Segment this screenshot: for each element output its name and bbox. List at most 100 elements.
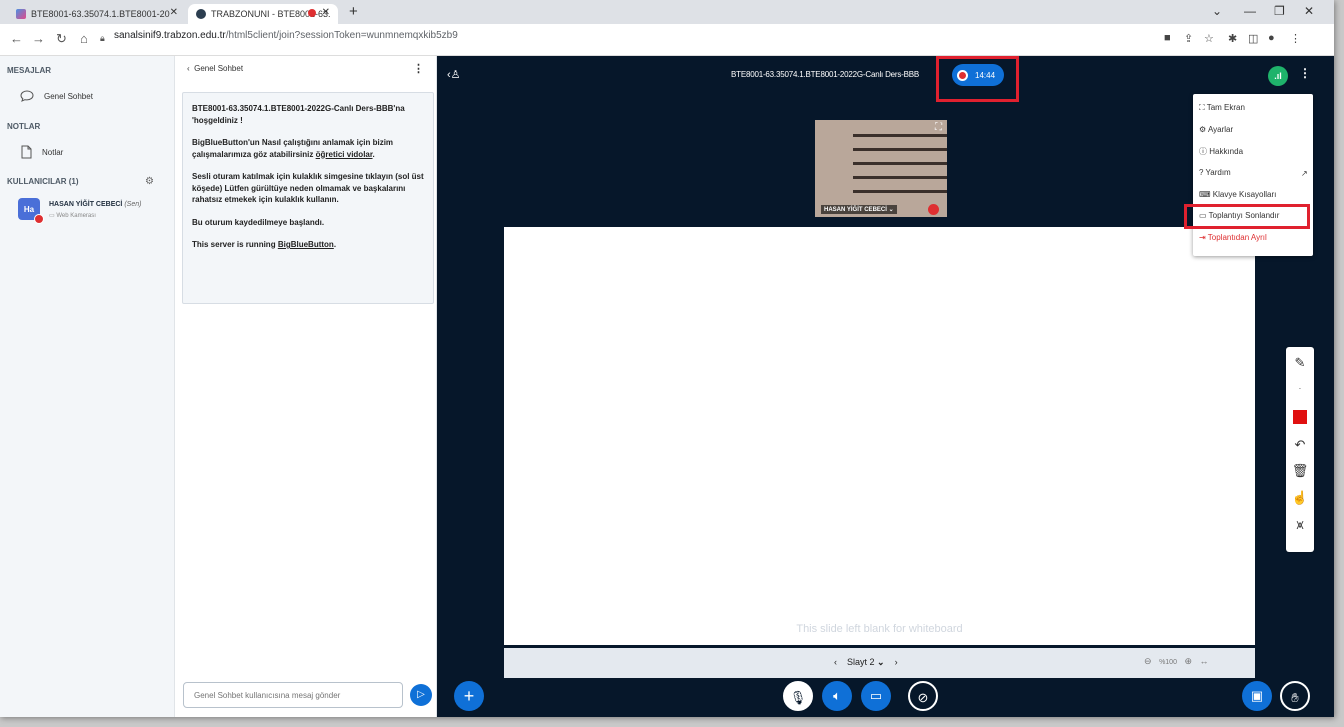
thickness-tool-icon[interactable]: · (1286, 377, 1314, 401)
tab-search-icon[interactable]: ⌄ (1212, 4, 1222, 18)
sidepanel-icon[interactable]: ◫ (1248, 32, 1258, 45)
menu-fullscreen-label: Tam Ekran (1206, 103, 1245, 112)
reload-icon[interactable]: ↻ (56, 31, 67, 47)
blank-slide-text: This slide left blank for whiteboard (796, 623, 963, 635)
server-text-body: This server is running (192, 240, 276, 249)
home-icon[interactable]: ⌂ (80, 31, 88, 46)
fit-width-icon[interactable]: ↔ (1200, 656, 1209, 666)
leave-audio-button[interactable]: 🔈︎ (822, 681, 852, 711)
tab-course[interactable]: BTE8001-63.35074.1.BTE8001-20 ✕ (8, 4, 186, 24)
pencil-tool-icon[interactable]: ✎ (1286, 351, 1314, 375)
raise-hand-button[interactable]: ✋︎ (1280, 681, 1310, 711)
user-name-text: HASAN YİĞİT CEBECİ (49, 201, 123, 208)
presentation-button[interactable]: ▣ (1242, 681, 1272, 711)
url-path: /html5client/join?sessionToken=wunmnemqx… (225, 30, 458, 41)
zoom-in-icon[interactable]: ⊕ (1184, 656, 1192, 666)
user-name[interactable]: HASAN YİĞİT CEBECİ (Sen) (49, 201, 141, 208)
next-slide-icon[interactable]: › (895, 657, 898, 667)
settings-icon: ⚙ (1199, 125, 1207, 134)
course-favicon-icon (16, 9, 26, 19)
actions-plus-button[interactable]: + (454, 681, 484, 711)
menu-leave-meeting[interactable]: ⇥ Toplantıdan Ayrıl (1199, 233, 1267, 242)
color-tool[interactable] (1286, 405, 1314, 429)
end-meeting-highlight-box (1184, 204, 1310, 229)
video-blind (853, 134, 947, 137)
recording-tab-icon (308, 9, 316, 17)
notes-icon (21, 145, 32, 159)
profile-icon[interactable]: ● (1268, 32, 1275, 44)
send-icon: ▷ (417, 689, 425, 700)
logout-icon: ⇥ (1199, 233, 1206, 242)
forward-icon[interactable]: → (32, 31, 45, 46)
new-tab-icon[interactable]: + (349, 3, 358, 20)
browser-window: BTE8001-63.35074.1.BTE8001-20 ✕ TRABZONU… (0, 0, 1334, 717)
external-link-icon: ↗ (1301, 169, 1308, 178)
bbb-favicon-icon (196, 9, 206, 19)
fullscreen-video-icon[interactable]: ⛶ (935, 122, 942, 133)
menu-shortcuts[interactable]: ⌨ Klavye Kısayolları (1199, 190, 1276, 199)
multi-user-icon[interactable]: ☝ (1286, 486, 1314, 510)
avatar-initials: Ha (23, 205, 35, 214)
extensions-icon[interactable]: ✱ (1228, 32, 1237, 45)
user-webcam-status: ▭ Web Kamerası (49, 212, 96, 219)
connection-status-icon[interactable]: .ıl (1268, 66, 1288, 86)
chat-back-button[interactable]: ‹ Genel Sohbet (187, 64, 243, 73)
webcam-button[interactable]: ▭ (861, 681, 891, 711)
notes-item[interactable]: Notlar (20, 145, 63, 159)
menu-settings[interactable]: ⚙ Ayarlar (1199, 125, 1233, 134)
maximize-icon[interactable]: ❐ (1274, 4, 1285, 18)
fit-chart-icon[interactable]: ⩙ (1286, 513, 1314, 537)
welcome-text: BTE8001-63.35074.1.BTE8001-2022G-Canlı D… (192, 103, 424, 126)
user-settings-gear-icon[interactable]: ⚙ (145, 176, 154, 187)
slide-navigation: ‹ Slayt 2 ⌄ › (834, 657, 898, 668)
zoom-controls: ⊖ %100 ⊕ ↔ (1144, 656, 1209, 667)
bookmark-star-icon[interactable]: ☆ (1204, 32, 1214, 45)
zoom-level[interactable]: %100 (1159, 659, 1177, 666)
tutorial-link[interactable]: öğretici vidolar (316, 150, 373, 159)
main-stage: ‹♙ BTE8001-63.35074.1.BTE8001-2022G-Canl… (437, 56, 1334, 717)
chat-options-icon[interactable]: ⋮ (413, 62, 424, 75)
tab-title: BTE8001-63.35074.1.BTE8001-20 (31, 9, 170, 19)
send-message-button[interactable]: ▷ (410, 684, 432, 706)
clear-all-icon[interactable]: 🗑︎ (1286, 459, 1314, 483)
browser-menu-icon[interactable]: ⋮ (1290, 32, 1301, 45)
video-blind (853, 162, 947, 165)
menu-fullscreen[interactable]: ⛶ Tam Ekran (1199, 103, 1245, 113)
close-tab-icon[interactable]: ✕ (170, 7, 178, 18)
close-window-icon[interactable]: ✕ (1304, 4, 1314, 18)
tab-meeting[interactable]: TRABZONUNI - BTE8001-63. ✕ (188, 4, 338, 24)
options-dropdown: ⛶ Tam Ekran ⚙ Ayarlar ⓘ Hakkında ? Yardı… (1193, 94, 1313, 256)
chat-message-input[interactable] (183, 682, 403, 708)
close-tab-icon[interactable]: ✕ (322, 7, 330, 18)
lock-icon[interactable]: 🔒︎ (100, 33, 105, 44)
slide-controls: ‹ Slayt 2 ⌄ › ⊖ %100 ⊕ ↔ (504, 648, 1255, 678)
menu-help[interactable]: ? Yardım (1199, 168, 1231, 177)
back-icon[interactable]: ← (10, 31, 23, 46)
camera-indicator-icon[interactable]: ■ (1164, 32, 1171, 44)
bigbluebutton-link[interactable]: BigBlueButton (278, 240, 334, 249)
users-header: KULLANICILAR (1) (7, 177, 79, 186)
zoom-out-icon[interactable]: ⊖ (1144, 656, 1152, 666)
welcome-line2: 'hoşgeldiniz ! (192, 115, 243, 125)
undo-icon[interactable]: ↶ (1286, 433, 1314, 457)
video-user-name[interactable]: HASAN YİĞİT CEBECİ ⌄ (821, 205, 897, 214)
menu-help-label: Yardım (1205, 168, 1231, 177)
public-chat-item[interactable]: Genel Sohbet (20, 90, 93, 102)
prev-slide-icon[interactable]: ‹ (834, 657, 837, 667)
avatar[interactable]: Ha (18, 198, 44, 224)
options-menu-icon[interactable]: ⋮ (1299, 66, 1311, 80)
minimize-icon[interactable]: — (1244, 4, 1256, 18)
url-field[interactable]: sanalsinif9.trabzon.edu.tr/html5client/j… (114, 30, 458, 41)
mute-mic-button[interactable]: 🎙︎ (783, 681, 813, 711)
webcam-video[interactable]: ⛶ HASAN YİĞİT CEBECİ ⌄ (815, 120, 947, 217)
slide-select[interactable]: Slayt 2 ⌄ (847, 657, 885, 667)
toggle-user-list-icon[interactable]: ‹♙ (447, 68, 461, 81)
chevron-down-icon: ⌄ (877, 657, 885, 667)
share-screen-button[interactable]: ⊘ (908, 681, 938, 711)
share-icon[interactable]: ⇪ (1184, 32, 1193, 45)
whiteboard-slide[interactable]: This slide left blank for whiteboard (504, 227, 1255, 645)
slide-label: Slayt 2 (847, 657, 875, 667)
messages-header: MESAJLAR (7, 66, 52, 75)
muted-mic-icon (34, 214, 44, 224)
menu-about[interactable]: ⓘ Hakkında (1199, 146, 1243, 157)
